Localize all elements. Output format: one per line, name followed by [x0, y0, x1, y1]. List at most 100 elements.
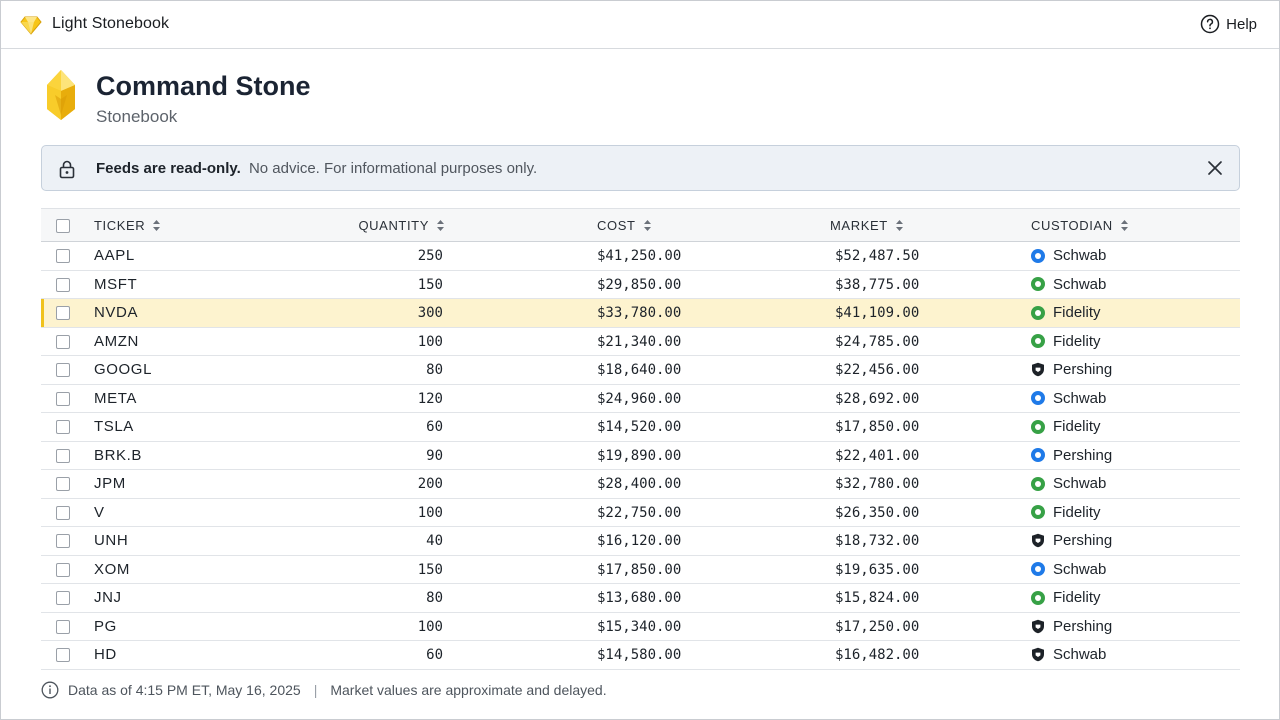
cell-market: $32,780.00	[835, 476, 920, 492]
cell-market: $16,482.00	[835, 647, 920, 663]
custodian-label: Fidelity	[1053, 332, 1101, 350]
table-row[interactable]: AAPL 250 $41,250.00 $52,487.50 Schwab	[41, 242, 1240, 271]
cell-ticker: V	[94, 503, 105, 521]
cell-quantity: 80	[426, 362, 443, 378]
custodian-label: Pershing	[1053, 446, 1113, 464]
cell-ticker: AMZN	[94, 332, 139, 350]
row-checkbox[interactable]	[56, 277, 70, 292]
cell-ticker: BRK.B	[94, 446, 143, 464]
custodian-label: Fidelity	[1053, 589, 1101, 606]
row-checkbox[interactable]	[56, 306, 70, 320]
cell-cost: $33,780.00	[597, 305, 682, 321]
row-checkbox[interactable]	[56, 534, 70, 548]
table-row[interactable]: MSFT 150 $29,850.00 $38,775.00 Schwab	[41, 270, 1240, 299]
custodian-dot-icon	[1031, 305, 1045, 320]
cell-market: $38,775.00	[835, 276, 920, 293]
cell-quantity: 150	[417, 276, 443, 293]
cell-ticker: TSLA	[94, 418, 134, 435]
cell-quantity: 250	[417, 248, 443, 264]
table-row[interactable]: GOOGL 80 $18,640.00 $22,456.00 Pershing	[41, 356, 1240, 385]
column-header-quantity[interactable]: QUANTITY	[358, 218, 445, 233]
cell-cost: $14,580.00	[597, 647, 682, 663]
cell-quantity: 120	[417, 390, 443, 407]
row-checkbox[interactable]	[56, 591, 70, 605]
custodian-label: Schwab	[1053, 275, 1107, 293]
custodian-dot-icon	[1031, 476, 1045, 491]
row-checkbox[interactable]	[56, 334, 70, 349]
select-all-checkbox[interactable]	[56, 219, 70, 233]
row-checkbox[interactable]	[56, 477, 70, 491]
custodian-label: Schwab	[1053, 560, 1107, 578]
custodian-label: Schwab	[1053, 646, 1107, 663]
custodian-label: Pershing	[1053, 617, 1113, 635]
row-checkbox[interactable]	[56, 648, 70, 662]
table-row[interactable]: AMZN 100 $21,340.00 $24,785.00 Fidelity	[41, 327, 1240, 356]
row-checkbox[interactable]	[56, 249, 70, 263]
column-header-market[interactable]: MARKET	[830, 218, 904, 233]
cell-ticker: GOOGL	[94, 361, 153, 378]
column-header-custodian[interactable]: CUSTODIAN	[1031, 218, 1129, 233]
custodian-label: Fidelity	[1053, 418, 1101, 435]
cell-custodian: Fidelity	[1031, 333, 1101, 350]
footer-note: Market values are approximate and delaye…	[330, 682, 607, 698]
table-row[interactable]: TSLA 60 $14,520.00 $17,850.00 Fidelity	[41, 413, 1240, 442]
custodian-label: Fidelity	[1053, 503, 1101, 521]
custodian-label: Fidelity	[1053, 304, 1101, 321]
table-row[interactable]: V 100 $22,750.00 $26,350.00 Fidelity	[41, 498, 1240, 527]
cell-quantity: 60	[426, 419, 443, 435]
footer-status: Data as of 4:15 PM ET, May 16, 2025 | Ma…	[41, 681, 607, 699]
notice-text: No advice. For informational purposes on…	[248, 160, 538, 177]
shield-icon	[1031, 362, 1045, 377]
sort-icon	[1120, 220, 1128, 231]
custodian-dot-icon	[1031, 248, 1045, 263]
table-row[interactable]: JPM 200 $28,400.00 $32,780.00 Schwab	[41, 470, 1240, 499]
cell-ticker: NVDA	[94, 304, 139, 321]
close-icon[interactable]	[1206, 159, 1224, 177]
row-checkbox[interactable]	[56, 448, 70, 463]
cell-cost: $41,250.00	[597, 248, 682, 264]
help-button[interactable]: Help	[1200, 14, 1257, 34]
row-checkbox[interactable]	[56, 420, 70, 434]
table-row[interactable]: META 120 $24,960.00 $28,692.00 Schwab	[41, 384, 1240, 413]
shield-icon	[1031, 619, 1045, 634]
table-row[interactable]: NVDA 300 $33,780.00 $41,109.00 Fidelity	[41, 299, 1240, 328]
cell-custodian: Schwab	[1031, 390, 1106, 407]
cell-cost: $28,400.00	[597, 476, 682, 492]
row-checkbox[interactable]	[56, 505, 70, 520]
table-row[interactable]: JNJ 80 $13,680.00 $15,824.00 Fidelity	[41, 584, 1240, 613]
cell-quantity: 80	[426, 590, 443, 606]
cell-market: $22,456.00	[835, 362, 920, 378]
cell-market: $26,350.00	[835, 504, 920, 521]
app-title: Light Stonebook	[52, 15, 170, 32]
row-checkbox[interactable]	[56, 562, 70, 577]
column-header-ticker[interactable]: TICKER	[94, 218, 161, 233]
table-row[interactable]: PG 100 $15,340.00 $17,250.00 Pershing	[41, 612, 1240, 641]
cell-market: $28,692.00	[835, 390, 920, 407]
column-header-custodian-label: CUSTODIAN	[1031, 218, 1113, 233]
page-title: Command Stone	[96, 71, 311, 101]
custodian-label: Schwab	[1053, 247, 1107, 264]
cell-ticker: XOM	[94, 560, 130, 578]
column-header-cost[interactable]: COST	[597, 218, 652, 233]
footer-separator: |	[313, 682, 318, 698]
cell-ticker: MSFT	[94, 275, 138, 293]
custodian-dot-icon	[1031, 448, 1045, 462]
help-label: Help	[1226, 15, 1257, 33]
row-checkbox[interactable]	[56, 363, 70, 377]
row-checkbox[interactable]	[56, 619, 70, 634]
cell-quantity: 150	[417, 561, 443, 578]
cell-custodian: Schwab	[1031, 475, 1106, 492]
table-row[interactable]: UNH 40 $16,120.00 $18,732.00 Pershing	[41, 527, 1240, 556]
cell-market: $22,401.00	[835, 447, 920, 464]
table-row[interactable]: BRK.B 90 $19,890.00 $22,401.00 Pershing	[41, 441, 1240, 470]
cell-market: $52,487.50	[835, 248, 920, 264]
cell-market: $17,250.00	[835, 618, 920, 635]
sort-icon	[643, 220, 651, 231]
cell-cost: $16,120.00	[597, 533, 682, 549]
table-row[interactable]: HD 60 $14,580.00 $16,482.00 Schwab	[41, 641, 1240, 670]
cell-cost: $21,340.00	[597, 333, 682, 350]
row-checkbox[interactable]	[56, 391, 70, 406]
table-row[interactable]: XOM 150 $17,850.00 $19,635.00 Schwab	[41, 555, 1240, 584]
cell-cost: $18,640.00	[597, 362, 682, 378]
cell-quantity: 90	[426, 447, 443, 464]
